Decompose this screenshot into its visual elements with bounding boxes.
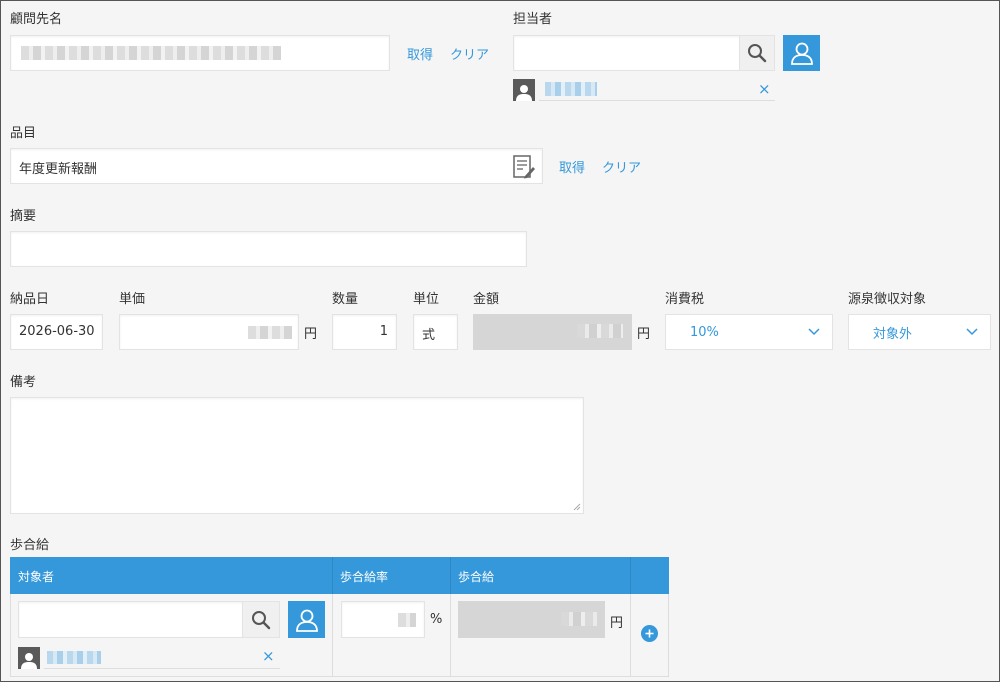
tax-label: 消費税 <box>665 292 705 307</box>
user-icon <box>790 42 813 65</box>
commission-target-remove-button[interactable]: × <box>262 649 275 664</box>
item-label: 品目 <box>10 126 37 141</box>
delivery-date-value: 2026-06-30 <box>19 324 95 339</box>
assignee-avatar <box>513 79 535 101</box>
tax-select[interactable]: 10% <box>665 314 833 350</box>
customer-get-link[interactable]: 取得 <box>407 44 433 63</box>
withholding-selected: 対象外 <box>873 326 913 342</box>
item-value: 年度更新報酬 <box>19 162 98 177</box>
customer-name-field[interactable] <box>10 35 390 71</box>
header-divider <box>450 557 451 594</box>
quantity-field[interactable]: 1 <box>332 314 397 350</box>
item-clear-link[interactable]: クリア <box>602 157 641 176</box>
unit-price-field[interactable] <box>119 314 299 350</box>
commission-header-target: 対象者 <box>18 570 55 584</box>
chevron-down-icon <box>808 328 820 336</box>
quantity-value: 1 <box>379 324 388 339</box>
commission-label: 歩合給 <box>10 538 50 553</box>
assignee-divider <box>539 100 775 101</box>
amount-redacted <box>577 324 623 338</box>
unit-value: 式 <box>422 328 436 343</box>
header-divider <box>332 557 333 594</box>
quantity-label: 数量 <box>332 292 359 307</box>
assignee-search-input[interactable] <box>513 35 740 71</box>
unit-label: 単位 <box>413 292 440 307</box>
unit-price-currency: 円 <box>304 327 318 342</box>
commission-header-amount: 歩合給 <box>458 570 495 584</box>
user-icon <box>295 609 318 632</box>
add-row-button[interactable] <box>641 625 658 642</box>
summary-input[interactable] <box>10 231 527 267</box>
edit-memo-icon[interactable] <box>511 154 537 180</box>
unit-price-label: 単価 <box>119 292 146 307</box>
search-icon <box>252 610 271 629</box>
commission-rate-redacted <box>398 613 416 627</box>
person-icon <box>516 85 532 101</box>
person-icon <box>21 653 37 669</box>
unit-price-redacted <box>248 326 292 339</box>
commission-target-divider <box>44 668 280 669</box>
commission-rate-field[interactable] <box>341 601 425 638</box>
assignee-label: 担当者 <box>513 12 553 27</box>
item-get-link[interactable]: 取得 <box>559 157 585 176</box>
delivery-date-field[interactable]: 2026-06-30 <box>10 314 103 350</box>
commission-rate-unit: % <box>430 612 443 627</box>
withholding-label: 源泉徴収対象 <box>848 292 927 307</box>
summary-label: 摘要 <box>10 209 37 224</box>
customer-clear-link[interactable]: クリア <box>450 44 489 63</box>
commission-target-search-button[interactable] <box>242 601 280 638</box>
commission-header-rate: 歩合給率 <box>340 570 389 584</box>
commission-target-search-input[interactable] <box>18 601 243 638</box>
remarks-textarea[interactable] <box>10 397 584 514</box>
commission-user-picker-button[interactable] <box>288 601 325 638</box>
row-divider <box>332 594 333 677</box>
assignee-search-button[interactable] <box>739 35 775 71</box>
amount-readonly <box>473 314 632 350</box>
assignee-remove-button[interactable]: × <box>758 82 771 97</box>
commission-amount-currency: 円 <box>610 616 624 631</box>
chevron-down-icon <box>966 328 978 336</box>
header-divider <box>630 557 631 594</box>
customer-name-redacted <box>21 46 281 60</box>
row-divider <box>630 594 631 677</box>
commission-amount-redacted <box>561 612 597 626</box>
amount-currency: 円 <box>637 327 651 342</box>
unit-field[interactable]: 式 <box>413 314 458 350</box>
plus-icon <box>645 629 654 638</box>
assignee-user-picker-button[interactable] <box>783 35 820 71</box>
search-icon <box>748 44 767 63</box>
remarks-label: 備考 <box>10 375 37 390</box>
commission-amount-readonly <box>458 601 605 638</box>
assignee-name-redacted <box>545 82 597 96</box>
customer-label: 顧問先名 <box>10 12 63 27</box>
withholding-select[interactable]: 対象外 <box>848 314 991 350</box>
resize-handle-icon[interactable] <box>572 502 581 511</box>
commission-target-name-redacted <box>47 651 101 664</box>
delivery-date-label: 納品日 <box>10 292 50 307</box>
commission-target-avatar <box>18 647 40 669</box>
amount-label: 金額 <box>473 292 500 307</box>
item-field[interactable]: 年度更新報酬 <box>10 148 543 184</box>
row-divider <box>450 594 451 677</box>
tax-selected: 10% <box>690 324 719 340</box>
